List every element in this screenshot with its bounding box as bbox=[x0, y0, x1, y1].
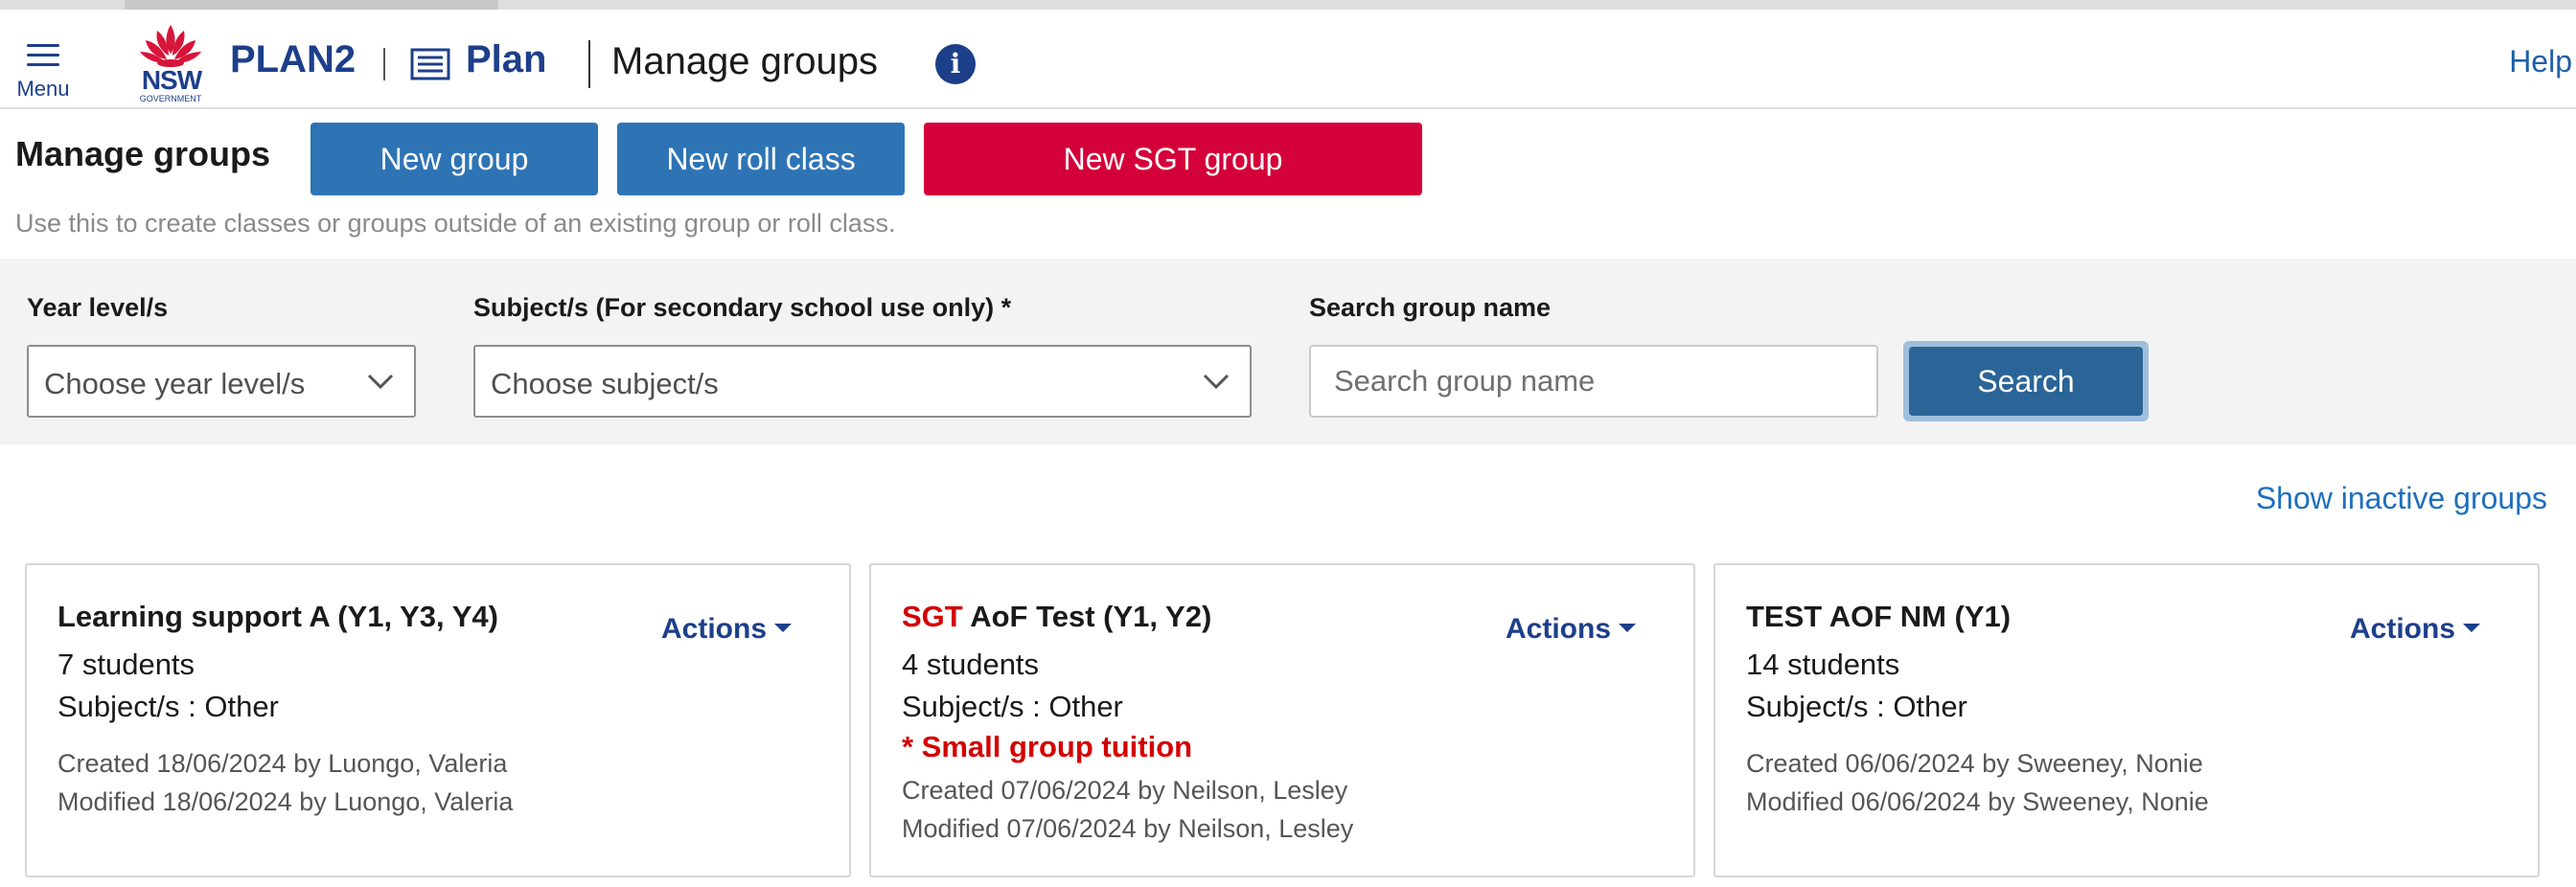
menu-button[interactable]: Menu bbox=[12, 27, 75, 101]
search-button[interactable]: Search bbox=[1903, 341, 2149, 421]
subject-label: Subject/s (For secondary school use only… bbox=[473, 293, 1012, 322]
section-label[interactable]: Plan bbox=[466, 38, 546, 81]
group-name: Learning support A (Y1, Y3, Y4) bbox=[58, 600, 498, 634]
browser-scrollbar-track bbox=[0, 0, 2576, 10]
actions-dropdown[interactable]: Actions bbox=[1506, 613, 1637, 646]
student-count: 7 students bbox=[58, 648, 196, 681]
new-roll-class-button[interactable]: New roll class bbox=[617, 123, 905, 195]
actions-label: Actions bbox=[1506, 613, 1612, 645]
subjects: Subject/s : Other bbox=[902, 690, 1123, 723]
hamburger-icon bbox=[27, 44, 59, 67]
created-info: Created 18/06/2024 by Luongo, Valeria bbox=[58, 749, 508, 778]
modified-info: Modified 18/06/2024 by Luongo, Valeria bbox=[58, 787, 514, 816]
modified-info: Modified 06/06/2024 by Sweeney, Nonie bbox=[1746, 787, 2209, 816]
group-name-text: TEST AOF NM (Y1) bbox=[1746, 600, 2012, 633]
page-title: Manage groups bbox=[15, 134, 271, 173]
waratah-icon bbox=[140, 25, 201, 67]
group-name: SGT AoF Test (Y1, Y2) bbox=[902, 600, 1211, 634]
student-count: 14 students bbox=[1746, 648, 1900, 681]
new-sgt-group-button[interactable]: New SGT group bbox=[924, 123, 1422, 195]
subject-value: Choose subject/s bbox=[491, 367, 719, 400]
info-icon[interactable]: i bbox=[935, 44, 976, 84]
student-count: 4 students bbox=[902, 648, 1040, 681]
chevron-down-icon bbox=[367, 374, 394, 390]
plan-list-icon bbox=[410, 48, 450, 80]
page-name: Manage groups bbox=[611, 40, 878, 82]
group-card: SGT AoF Test (Y1, Y2) Actions 4 students… bbox=[869, 563, 1695, 877]
group-name: TEST AOF NM (Y1) bbox=[1746, 600, 2011, 634]
logo-subtext: GOVERNMENT bbox=[139, 94, 202, 103]
caret-down-icon bbox=[1619, 623, 1637, 632]
year-level-select[interactable]: Choose year level/s bbox=[27, 345, 416, 418]
year-level-label: Year level/s bbox=[27, 293, 169, 322]
caret-down-icon bbox=[774, 623, 793, 632]
header-divider bbox=[383, 48, 385, 80]
actions-dropdown[interactable]: Actions bbox=[2350, 613, 2481, 646]
new-group-button[interactable]: New group bbox=[310, 123, 598, 195]
subjects: Subject/s : Other bbox=[1746, 690, 1967, 723]
show-inactive-groups-link[interactable]: Show inactive groups bbox=[2256, 481, 2547, 516]
browser-scrollbar-thumb[interactable] bbox=[125, 0, 498, 10]
filter-panel: Year level/s Choose year level/s Subject… bbox=[0, 259, 2576, 444]
group-card: Learning support A (Y1, Y3, Y4) Actions … bbox=[25, 563, 851, 877]
header-divider-2 bbox=[588, 40, 590, 88]
caret-down-icon bbox=[2463, 623, 2481, 632]
subjects: Subject/s : Other bbox=[58, 690, 279, 723]
year-level-value: Choose year level/s bbox=[44, 367, 306, 400]
group-name-text: Learning support A (Y1, Y3, Y4) bbox=[58, 600, 498, 633]
group-card: TEST AOF NM (Y1) Actions 14 students Sub… bbox=[1714, 563, 2540, 877]
menu-label: Menu bbox=[16, 77, 70, 101]
search-group-input[interactable] bbox=[1309, 345, 1878, 418]
created-info: Created 07/06/2024 by Neilson, Lesley bbox=[902, 776, 1348, 805]
modified-info: Modified 07/06/2024 by Neilson, Lesley bbox=[902, 814, 1354, 843]
search-group-label: Search group name bbox=[1309, 293, 1552, 322]
actions-label: Actions bbox=[661, 613, 768, 645]
app-name: PLAN2 bbox=[230, 38, 356, 80]
nsw-government-logo[interactable]: NSW GOVERNMENT bbox=[132, 21, 209, 105]
help-link[interactable]: Help bbox=[2509, 44, 2572, 80]
created-info: Created 06/06/2024 by Sweeney, Nonie bbox=[1746, 749, 2203, 778]
subject-select[interactable]: Choose subject/s bbox=[473, 345, 1252, 418]
sgt-tag: SGT bbox=[902, 600, 963, 633]
search-button-label: Search bbox=[1909, 347, 2143, 416]
page-description: Use this to create classes or groups out… bbox=[15, 209, 896, 238]
actions-dropdown[interactable]: Actions bbox=[661, 613, 793, 646]
chevron-down-icon bbox=[1203, 374, 1230, 390]
app-header: Menu NSW GOVERNMENT PLAN2 Plan Manage gr… bbox=[0, 10, 2576, 109]
logo-text: NSW bbox=[141, 65, 202, 95]
actions-label: Actions bbox=[2350, 613, 2456, 645]
small-group-tuition-label: * Small group tuition bbox=[902, 730, 1193, 763]
group-name-text: AoF Test (Y1, Y2) bbox=[970, 600, 1212, 633]
